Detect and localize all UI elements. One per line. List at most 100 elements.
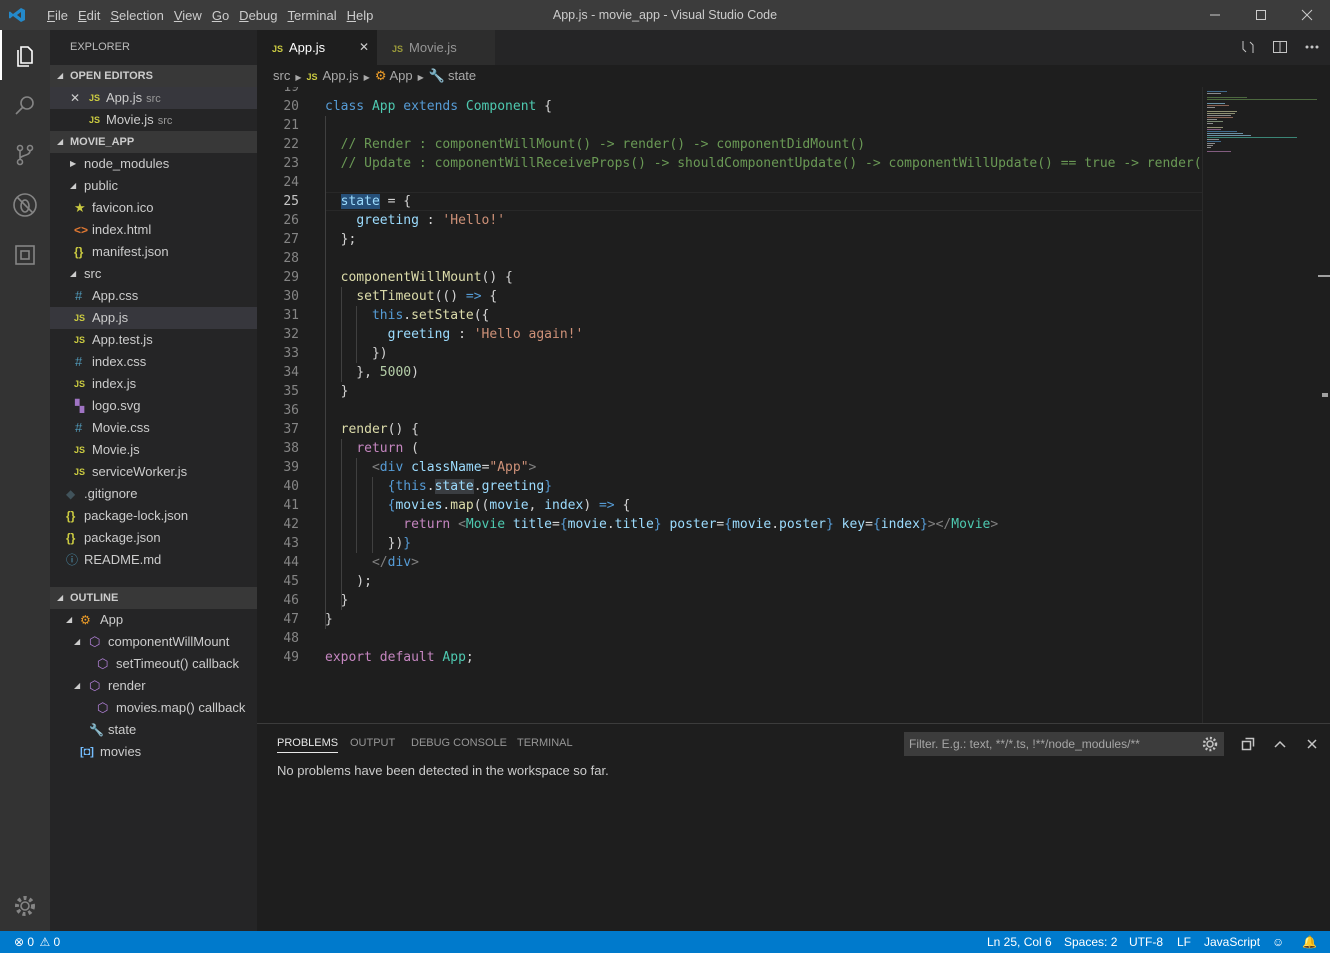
tree-item-file[interactable]: JS Movie.js [50,439,257,461]
project-label: MOVIE_APP [70,136,135,148]
extensions-button[interactable] [0,230,50,280]
code-line: class App extends Component { [325,99,553,114]
outline-header[interactable]: ◢ OUTLINE [50,587,257,609]
debug-button[interactable] [0,180,50,230]
source-control-button[interactable] [0,130,50,180]
problems-filter-input[interactable]: Filter. E.g.: text, **/*.ts, !**/node_mo… [904,732,1224,756]
json-file-icon: {} [74,245,84,259]
method-icon: ⬡ [89,634,101,649]
outline-item[interactable]: [◘] movies [50,741,257,763]
code-line: {this.state.greeting} [387,479,553,494]
notifications-bell-icon[interactable]: 🔔 [1302,931,1317,953]
breadcrumb-class[interactable]: App [389,68,412,83]
current-line-highlight [325,192,1202,211]
maximize-panel-button[interactable] [1271,735,1289,753]
tree-item-file[interactable]: ★ favicon.ico [50,197,257,219]
menu-help[interactable]: Help [342,8,379,23]
cursor-position[interactable]: Ln 25, Col 6 [987,931,1052,953]
tree-label: favicon.ico [92,200,154,215]
tab-problems[interactable]: PROBLEMS [277,737,339,753]
collapse-all-button[interactable] [1239,735,1257,753]
more-actions-button[interactable] [1304,39,1320,55]
tree-item-folder[interactable]: ◢ src [50,263,257,285]
js-file-icon: JS [74,467,86,477]
menu-go[interactable]: Go [207,8,234,23]
tree-label: logo.svg [92,398,141,413]
indentation-status[interactable]: Spaces: 2 [1064,931,1117,953]
outline-item[interactable]: ⬡ movies.map() callback [50,697,257,719]
eol-status[interactable]: LF [1177,931,1191,953]
tree-item-file[interactable]: ▚ logo.svg [50,395,257,417]
tree-item-file[interactable]: {} manifest.json [50,241,257,263]
js-file-icon: JS [392,44,404,54]
tree-item-folder[interactable]: ▶ node_modules [50,153,257,175]
tab-movie-js[interactable]: JS Movie.js [377,30,495,65]
tab-debug-console[interactable]: DEBUG CONSOLE [411,737,507,753]
breadcrumb-member[interactable]: state [448,68,476,83]
class-icon: ⚙ [80,613,91,627]
menu-terminal[interactable]: Terminal [282,8,341,23]
encoding-status[interactable]: UTF-8 [1129,931,1163,953]
code-editor[interactable]: 19 20 21 22 23 24 25 26 27 28 29 30 31 32 33 34 35 36 37 38… [257,87,1202,723]
tab-terminal[interactable]: TERMINAL [517,737,573,753]
tree-item-file[interactable]: <> index.html [50,219,257,241]
menu-selection[interactable]: Selection [105,8,168,23]
tree-item-file[interactable]: # App.css [50,285,257,307]
tree-item-file[interactable]: ⓘ README.md [50,549,257,571]
maximize-button[interactable] [1238,0,1284,30]
tree-item-file[interactable]: ◆ .gitignore [50,483,257,505]
close-window-button[interactable] [1284,0,1330,30]
chevron-down-icon: ◢ [66,615,73,624]
line-number: 26 [283,213,299,228]
language-mode[interactable]: JavaScript [1204,931,1260,953]
tree-item-file[interactable]: {} package-lock.json [50,505,257,527]
tree-item-file[interactable]: {} package.json [50,527,257,549]
feedback-smiley-icon[interactable]: ☺ [1272,931,1284,953]
minimap-line [1207,141,1221,142]
chevron-right-icon: ▶ [295,73,302,82]
tree-item-file[interactable]: JS index.js [50,373,257,395]
open-editor-item[interactable]: JS Movie.js src [50,109,257,131]
outline-item[interactable]: ◢ ⬡ render [50,675,257,697]
tree-item-file[interactable]: # index.css [50,351,257,373]
breadcrumb-folder[interactable]: src [273,68,290,83]
search-button[interactable] [0,80,50,130]
manage-button[interactable] [0,881,50,931]
explorer-icon [17,46,33,67]
menu-debug[interactable]: Debug [234,8,282,23]
minimize-button[interactable] [1192,0,1238,30]
tree-item-file[interactable]: JS App.js [50,307,257,329]
outline-item[interactable]: ◢ ⬡ componentWillMount [50,631,257,653]
filter-settings-icon[interactable] [1202,736,1218,760]
project-header[interactable]: ◢ MOVIE_APP [50,131,257,153]
tab-output[interactable]: OUTPUT [350,737,395,753]
split-editor-button[interactable] [1272,39,1288,55]
open-editor-item[interactable]: ✕ JS App.js src [50,87,257,109]
scrollbar-marker [1322,393,1328,397]
menu-file[interactable]: File [42,8,73,23]
close-icon[interactable]: ✕ [359,30,369,65]
tree-item-folder[interactable]: ◢ public [50,175,257,197]
info-icon: ⓘ [66,553,79,567]
chevron-right-icon: ▶ [70,159,77,168]
close-icon[interactable]: ✕ [70,87,80,109]
explorer-button[interactable] [0,30,50,80]
minimap-line [1207,115,1231,116]
breadcrumb-file[interactable]: App.js [323,68,359,83]
tab-app-js[interactable]: JS App.js ✕ [257,30,377,65]
close-panel-button[interactable] [1303,735,1321,753]
outline-item[interactable]: ⬡ setTimeout() callback [50,653,257,675]
minimap[interactable] [1202,87,1330,723]
open-changes-button[interactable] [1240,39,1256,55]
problems-status[interactable]: ⊗ 0 ⚠ 0 [14,931,60,953]
wrench-icon: 🔧 [89,723,104,737]
tree-item-file[interactable]: JS serviceWorker.js [50,461,257,483]
outline-item[interactable]: ◢ ⚙ App [50,609,257,631]
menu-view[interactable]: View [169,8,207,23]
minimap-line [1207,117,1233,118]
menu-edit[interactable]: Edit [73,8,105,23]
open-editors-header[interactable]: ◢ OPEN EDITORS [50,65,257,87]
tree-item-file[interactable]: # Movie.css [50,417,257,439]
tree-item-file[interactable]: JS App.test.js [50,329,257,351]
outline-item[interactable]: 🔧 state [50,719,257,741]
